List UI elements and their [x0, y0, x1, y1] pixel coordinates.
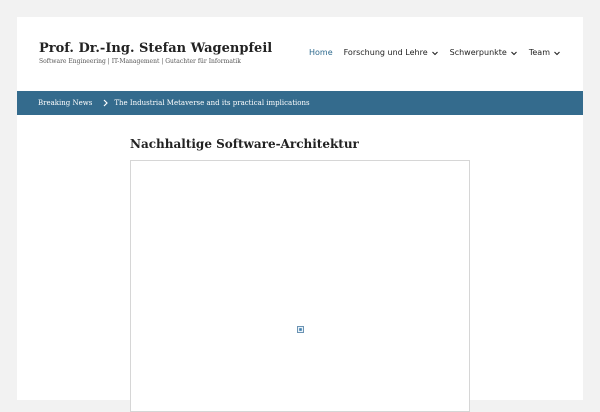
breaking-news-bar: Breaking News The Industrial Metaverse a… [17, 91, 583, 115]
site-description: Software Engineering | IT-Management | G… [39, 58, 241, 65]
breaking-news-link[interactable]: The Industrial Metaverse and its practic… [114, 99, 309, 107]
site-title[interactable]: Prof. Dr.-Ing. Stefan Wagenpfeil [39, 41, 272, 56]
nav-item-home-label: Home [308, 48, 333, 57]
nav-item-research[interactable]: Forschung und Lehre [344, 48, 439, 57]
nav-item-research-label: Forschung und Lehre [343, 48, 428, 57]
nav-item-team-label: Team [528, 48, 550, 57]
broken-image-icon [297, 326, 304, 333]
breaking-news-label: Breaking News [38, 99, 93, 107]
page-title: Nachhaltige Software-Architektur [130, 137, 359, 151]
main-nav: Home Forschung und Lehre Schwerpunkte Te… [309, 48, 561, 57]
nav-item-home[interactable]: Home [309, 48, 333, 57]
chevron-down-icon [554, 51, 560, 55]
chevron-down-icon [431, 51, 438, 55]
chevron-down-icon [510, 51, 517, 55]
nav-item-team[interactable]: Team [529, 48, 561, 57]
chevron-right-icon [103, 99, 109, 107]
nav-item-focus[interactable]: Schwerpunkte [450, 48, 518, 57]
page-container: Prof. Dr.-Ing. Stefan Wagenpfeil Softwar… [17, 17, 583, 412]
embedded-content-frame[interactable] [130, 160, 470, 412]
nav-item-focus-label: Schwerpunkte [449, 48, 507, 57]
